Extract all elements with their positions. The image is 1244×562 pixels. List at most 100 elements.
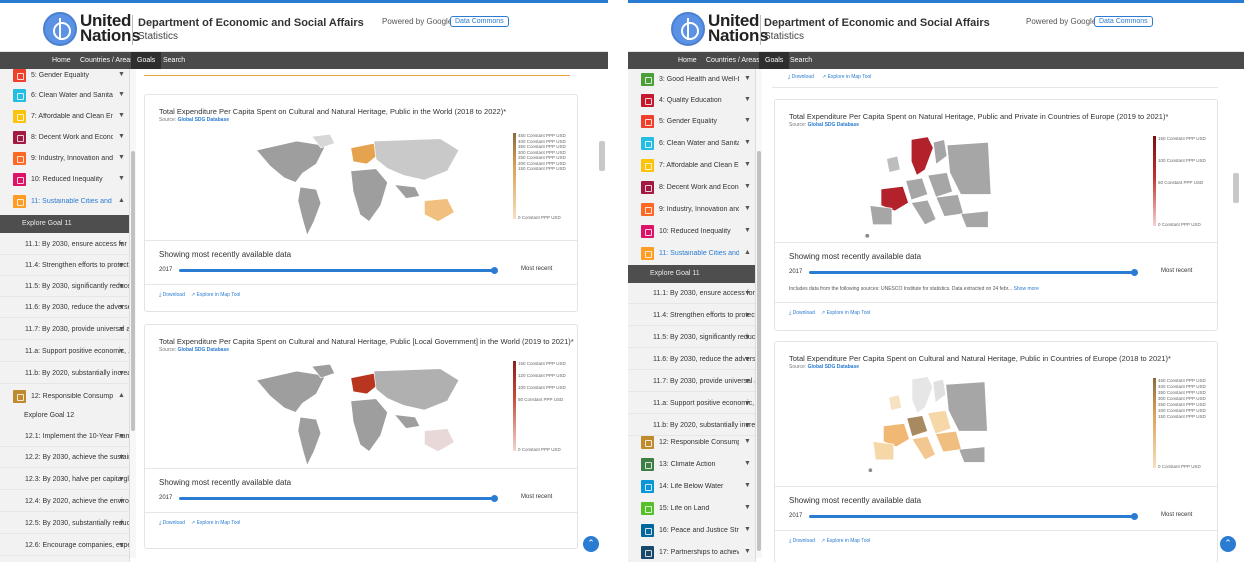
map-region-scan[interactable] bbox=[910, 136, 934, 176]
sidebar-target-item[interactable]: 12.3: By 2030, halve per capita glo... ▼ bbox=[0, 469, 129, 490]
chevron-down-icon[interactable]: ▼ bbox=[118, 542, 125, 549]
map-region-na[interactable] bbox=[255, 370, 327, 413]
map-region-east[interactable] bbox=[945, 381, 988, 432]
chevron-down-icon[interactable]: ▼ bbox=[118, 326, 125, 333]
download-link[interactable]: ⤓ Download bbox=[788, 74, 814, 80]
map-region-scan[interactable] bbox=[911, 376, 934, 414]
chevron-down-icon[interactable]: ▼ bbox=[744, 334, 751, 341]
sidebar-goal-item[interactable]: 5: Gender Equality ▼ bbox=[628, 111, 755, 131]
sidebar-target-item[interactable]: 12.2: By 2030, achieve the sustain... ▼ bbox=[0, 447, 129, 468]
explore-map-tool-link[interactable]: ↗ Explore in Map Tool bbox=[821, 538, 870, 544]
sidebar-goal-item[interactable]: 12: Responsible Consumption ... ▼ bbox=[628, 432, 755, 452]
sidebar-goal-item[interactable]: 6: Clean Water and Sanitation ▼ bbox=[628, 133, 755, 153]
scroll-to-top-button[interactable]: ⌃ bbox=[1220, 536, 1236, 552]
map-region-tr[interactable] bbox=[958, 446, 986, 463]
chevron-down-icon[interactable]: ▼ bbox=[744, 400, 751, 407]
chevron-down-icon[interactable]: ▼ bbox=[744, 183, 751, 190]
map-region-na[interactable] bbox=[255, 140, 327, 183]
sidebar-scroll-thumb[interactable] bbox=[131, 151, 135, 431]
map-region-af[interactable] bbox=[350, 168, 388, 222]
map-region-island[interactable] bbox=[865, 233, 870, 238]
chevron-down-icon[interactable]: ▼ bbox=[744, 290, 751, 297]
sidebar-target-item[interactable]: 11.b: By 2020, substantially increa... ▼ bbox=[0, 363, 129, 384]
sidebar-goal-item[interactable]: 10: Reduced Inequality ▼ bbox=[628, 221, 755, 241]
nav-search[interactable]: Search bbox=[157, 52, 191, 69]
sidebar-goal-item[interactable]: 7: Affordable and Clean Energy ▼ bbox=[628, 155, 755, 175]
sidebar-target-item[interactable]: 12.4: By 2020, achieve the environ... ▼ bbox=[0, 491, 129, 512]
time-slider-handle[interactable] bbox=[491, 495, 498, 502]
chevron-down-icon[interactable]: ▼ bbox=[118, 498, 125, 505]
map-region-ib[interactable] bbox=[872, 441, 895, 461]
chevron-up-icon[interactable]: ▲ bbox=[118, 197, 125, 204]
un-emblem-icon[interactable] bbox=[671, 12, 705, 46]
show-more-link[interactable]: Show more bbox=[1014, 286, 1039, 292]
chevron-down-icon[interactable]: ▼ bbox=[118, 520, 125, 527]
map-region-af[interactable] bbox=[350, 398, 388, 452]
chevron-down-icon[interactable]: ▼ bbox=[744, 227, 751, 234]
download-link[interactable]: ⤓ Download bbox=[789, 538, 815, 544]
sidebar-target-item[interactable]: 11.a: Support positive economic, ... ▼ bbox=[628, 393, 755, 414]
map-region-sa[interactable] bbox=[297, 186, 322, 237]
sidebar-target-item[interactable]: 11.1: By 2030, ensure access for a... ▼ bbox=[628, 283, 755, 304]
sidebar-target-item[interactable]: 12.1: Implement the 10-Year Fram... ▼ bbox=[0, 426, 129, 447]
main-scroll-thumb[interactable] bbox=[599, 141, 605, 171]
sidebar-scroll-thumb[interactable] bbox=[757, 151, 761, 551]
chevron-down-icon[interactable]: ▼ bbox=[744, 96, 751, 103]
chevron-down-icon[interactable]: ▼ bbox=[744, 378, 751, 385]
main-scroll-thumb[interactable] bbox=[1233, 173, 1239, 203]
nav-countries[interactable]: Countries / Areas bbox=[700, 52, 766, 69]
explore-map-tool-link[interactable]: ↗ Explore in Map Tool bbox=[191, 520, 240, 526]
explore-goal-11-link[interactable]: Explore Goal 11 bbox=[0, 215, 129, 233]
time-slider-track[interactable] bbox=[179, 497, 495, 500]
nav-search[interactable]: Search bbox=[784, 52, 818, 69]
sidebar-target-item[interactable]: 11.1: By 2030, ensure access for a... ▼ bbox=[0, 234, 129, 255]
time-slider-track[interactable] bbox=[809, 271, 1135, 274]
chevron-down-icon[interactable]: ▼ bbox=[118, 348, 125, 355]
chevron-down-icon[interactable]: ▼ bbox=[118, 241, 125, 248]
download-link[interactable]: ⤓ Download bbox=[159, 520, 185, 526]
data-commons-badge[interactable]: Data Commons bbox=[450, 16, 509, 27]
scroll-to-top-button[interactable]: ⌃ bbox=[583, 536, 599, 552]
choropleth-map[interactable] bbox=[835, 134, 1015, 244]
choropleth-map[interactable] bbox=[245, 357, 475, 477]
time-slider-handle[interactable] bbox=[1131, 269, 1138, 276]
sidebar-target-item[interactable]: 11.7: By 2030, provide universal a... ▼ bbox=[628, 371, 755, 392]
map-region-pl[interactable] bbox=[927, 172, 953, 198]
chevron-down-icon[interactable]: ▼ bbox=[118, 133, 125, 140]
sidebar-goal-item[interactable]: 11: Sustainable Cities and Com... ▲ bbox=[0, 191, 129, 211]
chevron-down-icon[interactable]: ▼ bbox=[744, 482, 751, 489]
chevron-down-icon[interactable]: ▼ bbox=[118, 91, 125, 98]
chevron-down-icon[interactable]: ▼ bbox=[118, 370, 125, 377]
chevron-down-icon[interactable]: ▼ bbox=[744, 504, 751, 511]
chevron-down-icon[interactable]: ▼ bbox=[118, 175, 125, 182]
chevron-up-icon[interactable]: ▲ bbox=[118, 392, 125, 399]
chevron-down-icon[interactable]: ▼ bbox=[744, 205, 751, 212]
nav-home[interactable]: Home bbox=[672, 52, 703, 69]
chevron-up-icon[interactable]: ▲ bbox=[744, 249, 751, 256]
sidebar-target-item[interactable]: 12.6: Encourage companies, espe... ▼ bbox=[0, 535, 129, 556]
map-region-it[interactable] bbox=[911, 436, 936, 461]
map-region-pl[interactable] bbox=[927, 410, 952, 435]
chevron-down-icon[interactable]: ▼ bbox=[118, 433, 125, 440]
chevron-down-icon[interactable]: ▼ bbox=[118, 283, 125, 290]
source-link[interactable]: Global SDG Database bbox=[808, 364, 859, 370]
sidebar-goal-item[interactable]: 8: Decent Work and Economic ... ▼ bbox=[628, 177, 755, 197]
sidebar-goal-item[interactable]: 7: Affordable and Clean Energy ▼ bbox=[0, 106, 129, 126]
sidebar-goal-item[interactable]: 9: Industry, Innovation and Infra... ▼ bbox=[0, 148, 129, 168]
map-region-as[interactable] bbox=[373, 368, 460, 411]
choropleth-map[interactable] bbox=[845, 374, 1005, 478]
map-region-au[interactable] bbox=[424, 428, 455, 452]
main-scrollbar[interactable] bbox=[598, 69, 606, 562]
map-region-ib[interactable] bbox=[869, 205, 893, 226]
sidebar-goal-item[interactable]: 13: Climate Action ▼ bbox=[628, 454, 755, 474]
sidebar-goal-item[interactable]: 6: Clean Water and Sanitation ▼ bbox=[0, 85, 129, 105]
sidebar-goal-item[interactable]: 4: Quality Education ▼ bbox=[628, 90, 755, 110]
map-region-sea[interactable] bbox=[393, 414, 421, 429]
map-region-bal[interactable] bbox=[935, 194, 964, 217]
sidebar-goal-item[interactable]: 5: Gender Equality ▼ bbox=[0, 69, 129, 85]
chevron-down-icon[interactable]: ▼ bbox=[744, 438, 751, 445]
sidebar-goal-item[interactable]: 14: Life Below Water ▼ bbox=[628, 476, 755, 496]
map-container[interactable] bbox=[845, 374, 1005, 483]
map-region-bal[interactable] bbox=[934, 430, 962, 453]
sidebar-goal-item[interactable]: 9: Industry, Innovation and Infra... ▼ bbox=[628, 199, 755, 219]
